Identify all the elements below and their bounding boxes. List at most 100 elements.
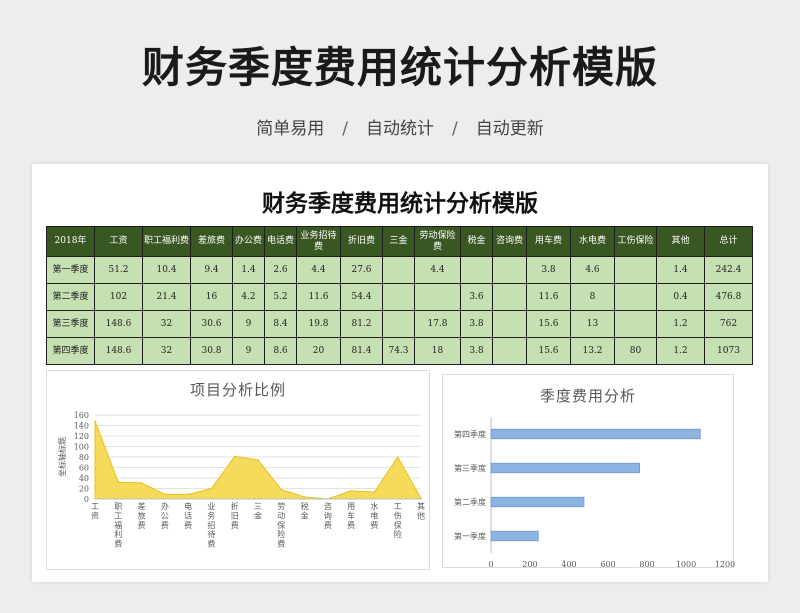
table-cell[interactable]: 1.2: [656, 310, 705, 338]
table-cell[interactable]: 81.4: [340, 337, 383, 365]
column-header: 办公费: [232, 226, 265, 257]
quarter-label-cell[interactable]: 第三季度: [46, 310, 95, 338]
table-cell[interactable]: 19.8: [296, 310, 341, 338]
table-cell[interactable]: [382, 283, 415, 311]
table-cell[interactable]: 11.6: [296, 283, 341, 311]
table-cell[interactable]: 17.8: [414, 310, 461, 338]
table-cell[interactable]: 2.6: [264, 256, 297, 284]
x-tick-label: 600: [600, 560, 615, 569]
table-cell[interactable]: 1.4: [656, 256, 705, 284]
table-cell[interactable]: 15.6: [526, 310, 571, 338]
data-point: [257, 459, 259, 461]
table-cell[interactable]: 20: [296, 337, 341, 365]
table-cell[interactable]: 762: [704, 310, 753, 338]
table-cell[interactable]: 148.6: [94, 310, 143, 338]
data-point: [396, 456, 399, 458]
quarter-label-cell[interactable]: 第二季度: [46, 283, 95, 311]
x-tick-label: 咨询费: [324, 501, 332, 530]
table-cell[interactable]: 0.4: [656, 283, 705, 311]
table-cell[interactable]: 16: [190, 283, 233, 311]
table-cell[interactable]: 1.4: [232, 256, 265, 284]
table-cell[interactable]: 102: [94, 283, 143, 311]
x-tick-label: 业务招待费: [207, 501, 215, 549]
table-cell[interactable]: 13.2: [570, 337, 615, 365]
table-cell[interactable]: 81.2: [340, 310, 383, 338]
table-cell[interactable]: 8.4: [264, 310, 297, 338]
table-cell[interactable]: [492, 256, 527, 284]
table-cell[interactable]: 51.2: [94, 256, 143, 284]
table-cell[interactable]: 4.4: [296, 256, 341, 284]
x-tick-label: 1200: [715, 560, 735, 569]
x-tick-label: 水电费: [370, 501, 378, 530]
table-cell[interactable]: 30.6: [190, 310, 233, 338]
table-cell[interactable]: 10.4: [142, 256, 191, 284]
table-row: 第四季度 148.6 32 30.8 9 8.6 20 81.4 74.3 18 3.8 15.6 13…: [46, 337, 753, 365]
data-point: [280, 488, 283, 491]
table-cell[interactable]: 3.8: [460, 337, 493, 365]
table-cell[interactable]: 1.2: [656, 337, 705, 365]
table-cell[interactable]: 18: [414, 337, 461, 365]
x-tick-label: 电话费: [184, 501, 192, 530]
quarter-label-cell[interactable]: 第一季度: [46, 256, 95, 284]
table-cell[interactable]: [382, 256, 415, 284]
table-cell[interactable]: 8.6: [264, 337, 297, 365]
data-point: [303, 496, 306, 498]
tag-separator: /: [452, 119, 458, 139]
spreadsheet-preview: 财务季度费用统计分析模版 2018年 工资 职工福利费 差旅费 办公费 电话费 业务招待费折…: [32, 164, 768, 582]
x-tick-label: 职工福利费: [114, 502, 122, 549]
x-tick-label: 用车费: [347, 502, 355, 530]
table-cell[interactable]: [614, 256, 657, 284]
table-cell[interactable]: 9: [232, 310, 265, 338]
table-cell[interactable]: [614, 283, 657, 311]
table-cell[interactable]: 4.4: [414, 256, 461, 284]
table-cell[interactable]: 27.6: [340, 256, 383, 284]
table-cell[interactable]: 3.6: [460, 283, 493, 311]
table-cell[interactable]: [492, 310, 527, 338]
feature-tag-auto-stat: 自动统计: [366, 119, 434, 139]
table-cell[interactable]: 9.4: [190, 256, 233, 284]
table-cell[interactable]: 80: [614, 337, 657, 365]
table-cell[interactable]: 1073: [704, 337, 753, 365]
bar: [490, 428, 701, 440]
expense-table: 2018年 工资 职工福利费 差旅费 办公费 电话费 业务招待费 折旧费 三金 劳动保险费 税金 咨询…: [46, 226, 753, 365]
table-cell[interactable]: 242.4: [704, 256, 753, 284]
y-tick-label: 第四季度: [454, 429, 486, 439]
table-cell[interactable]: 8: [570, 283, 615, 311]
table-cell[interactable]: 3.8: [526, 256, 571, 284]
table-cell[interactable]: 11.6: [526, 283, 571, 311]
y-tick-label: 第三季度: [454, 463, 486, 473]
table-cell[interactable]: [492, 337, 527, 365]
table-row: 第一季度 51.2 10.4 9.4 1.4 2.6 4.4 27.6 4.4 3.8 4.6 1.4…: [46, 256, 753, 284]
data-point: [210, 487, 213, 490]
table-cell[interactable]: [460, 256, 493, 284]
table-cell[interactable]: [614, 310, 657, 338]
table-cell[interactable]: 5.2: [264, 283, 297, 311]
table-cell[interactable]: 4.6: [570, 256, 615, 284]
table-cell[interactable]: 476.8: [704, 283, 753, 311]
table-cell[interactable]: 54.4: [340, 283, 383, 311]
table-cell[interactable]: 30.8: [190, 337, 233, 365]
area-chart-panel: 项目分析比例 0 20 40 60 80 100 120 140 160 坐标轴标题 工资 职工福利费…: [46, 370, 430, 570]
column-header: 工伤保险: [614, 226, 657, 257]
x-tick-label: 400: [561, 560, 576, 569]
column-header: 水电费: [570, 226, 615, 257]
x-tick-label: 800: [639, 560, 654, 569]
table-cell[interactable]: [414, 283, 461, 311]
table-cell[interactable]: 21.4: [142, 283, 191, 311]
table-cell[interactable]: 9: [232, 337, 265, 365]
table-cell[interactable]: 74.3: [382, 337, 415, 365]
table-cell[interactable]: 32: [142, 337, 191, 365]
table-cell[interactable]: 3.8: [460, 310, 493, 338]
table-cell[interactable]: [492, 283, 527, 311]
table-cell[interactable]: 15.6: [526, 337, 571, 365]
x-tick-label: 工伤保险: [394, 502, 402, 539]
table-cell[interactable]: 13: [570, 310, 615, 338]
table-cell[interactable]: [382, 310, 415, 338]
x-tick-label: 三金: [254, 502, 262, 520]
table-cell[interactable]: 148.6: [94, 337, 143, 365]
quarter-label-cell[interactable]: 第四季度: [46, 337, 95, 365]
table-cell[interactable]: 32: [142, 310, 191, 338]
table-cell[interactable]: 4.2: [232, 283, 265, 311]
bar-chart: 0 200 400 600 800 1000 1200 第一季度 第二季度 第三季度 第四季度: [454, 417, 735, 569]
column-header: 总计: [704, 226, 753, 257]
